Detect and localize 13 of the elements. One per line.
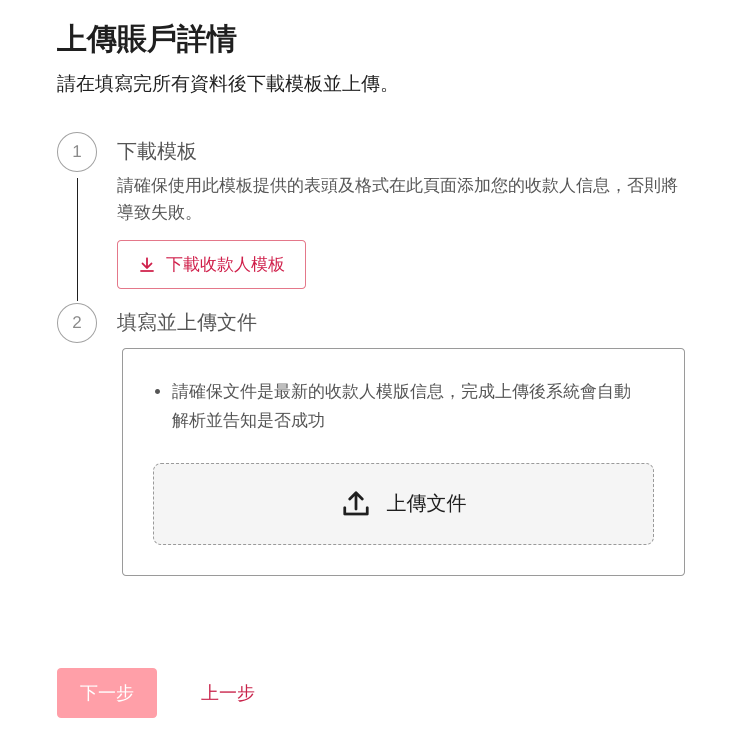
- bullet-icon: [155, 389, 160, 394]
- upload-dropzone[interactable]: 上傳文件: [153, 463, 654, 545]
- step-number: 1: [57, 132, 97, 172]
- page-subtitle: 請在填寫完所有資料後下載模板並上傳。: [57, 73, 399, 97]
- upload-note: 請確保文件是最新的收款人模版信息，完成上傳後系統會自動解析並告知是否成功: [172, 381, 632, 432]
- download-template-button[interactable]: 下載收款人模板: [117, 240, 306, 289]
- step-description: 請確保使用此模板提供的表頭及格式在此頁面添加您的收款人信息，否則將導致失敗。: [117, 175, 679, 224]
- download-icon: [138, 256, 156, 274]
- step-title: 下載模板: [117, 140, 197, 165]
- step-title: 填寫並上傳文件: [117, 311, 257, 336]
- step-number: 2: [57, 303, 97, 343]
- page-title: 上傳賬戶詳情: [57, 22, 237, 58]
- back-link[interactable]: 上一步: [201, 680, 255, 706]
